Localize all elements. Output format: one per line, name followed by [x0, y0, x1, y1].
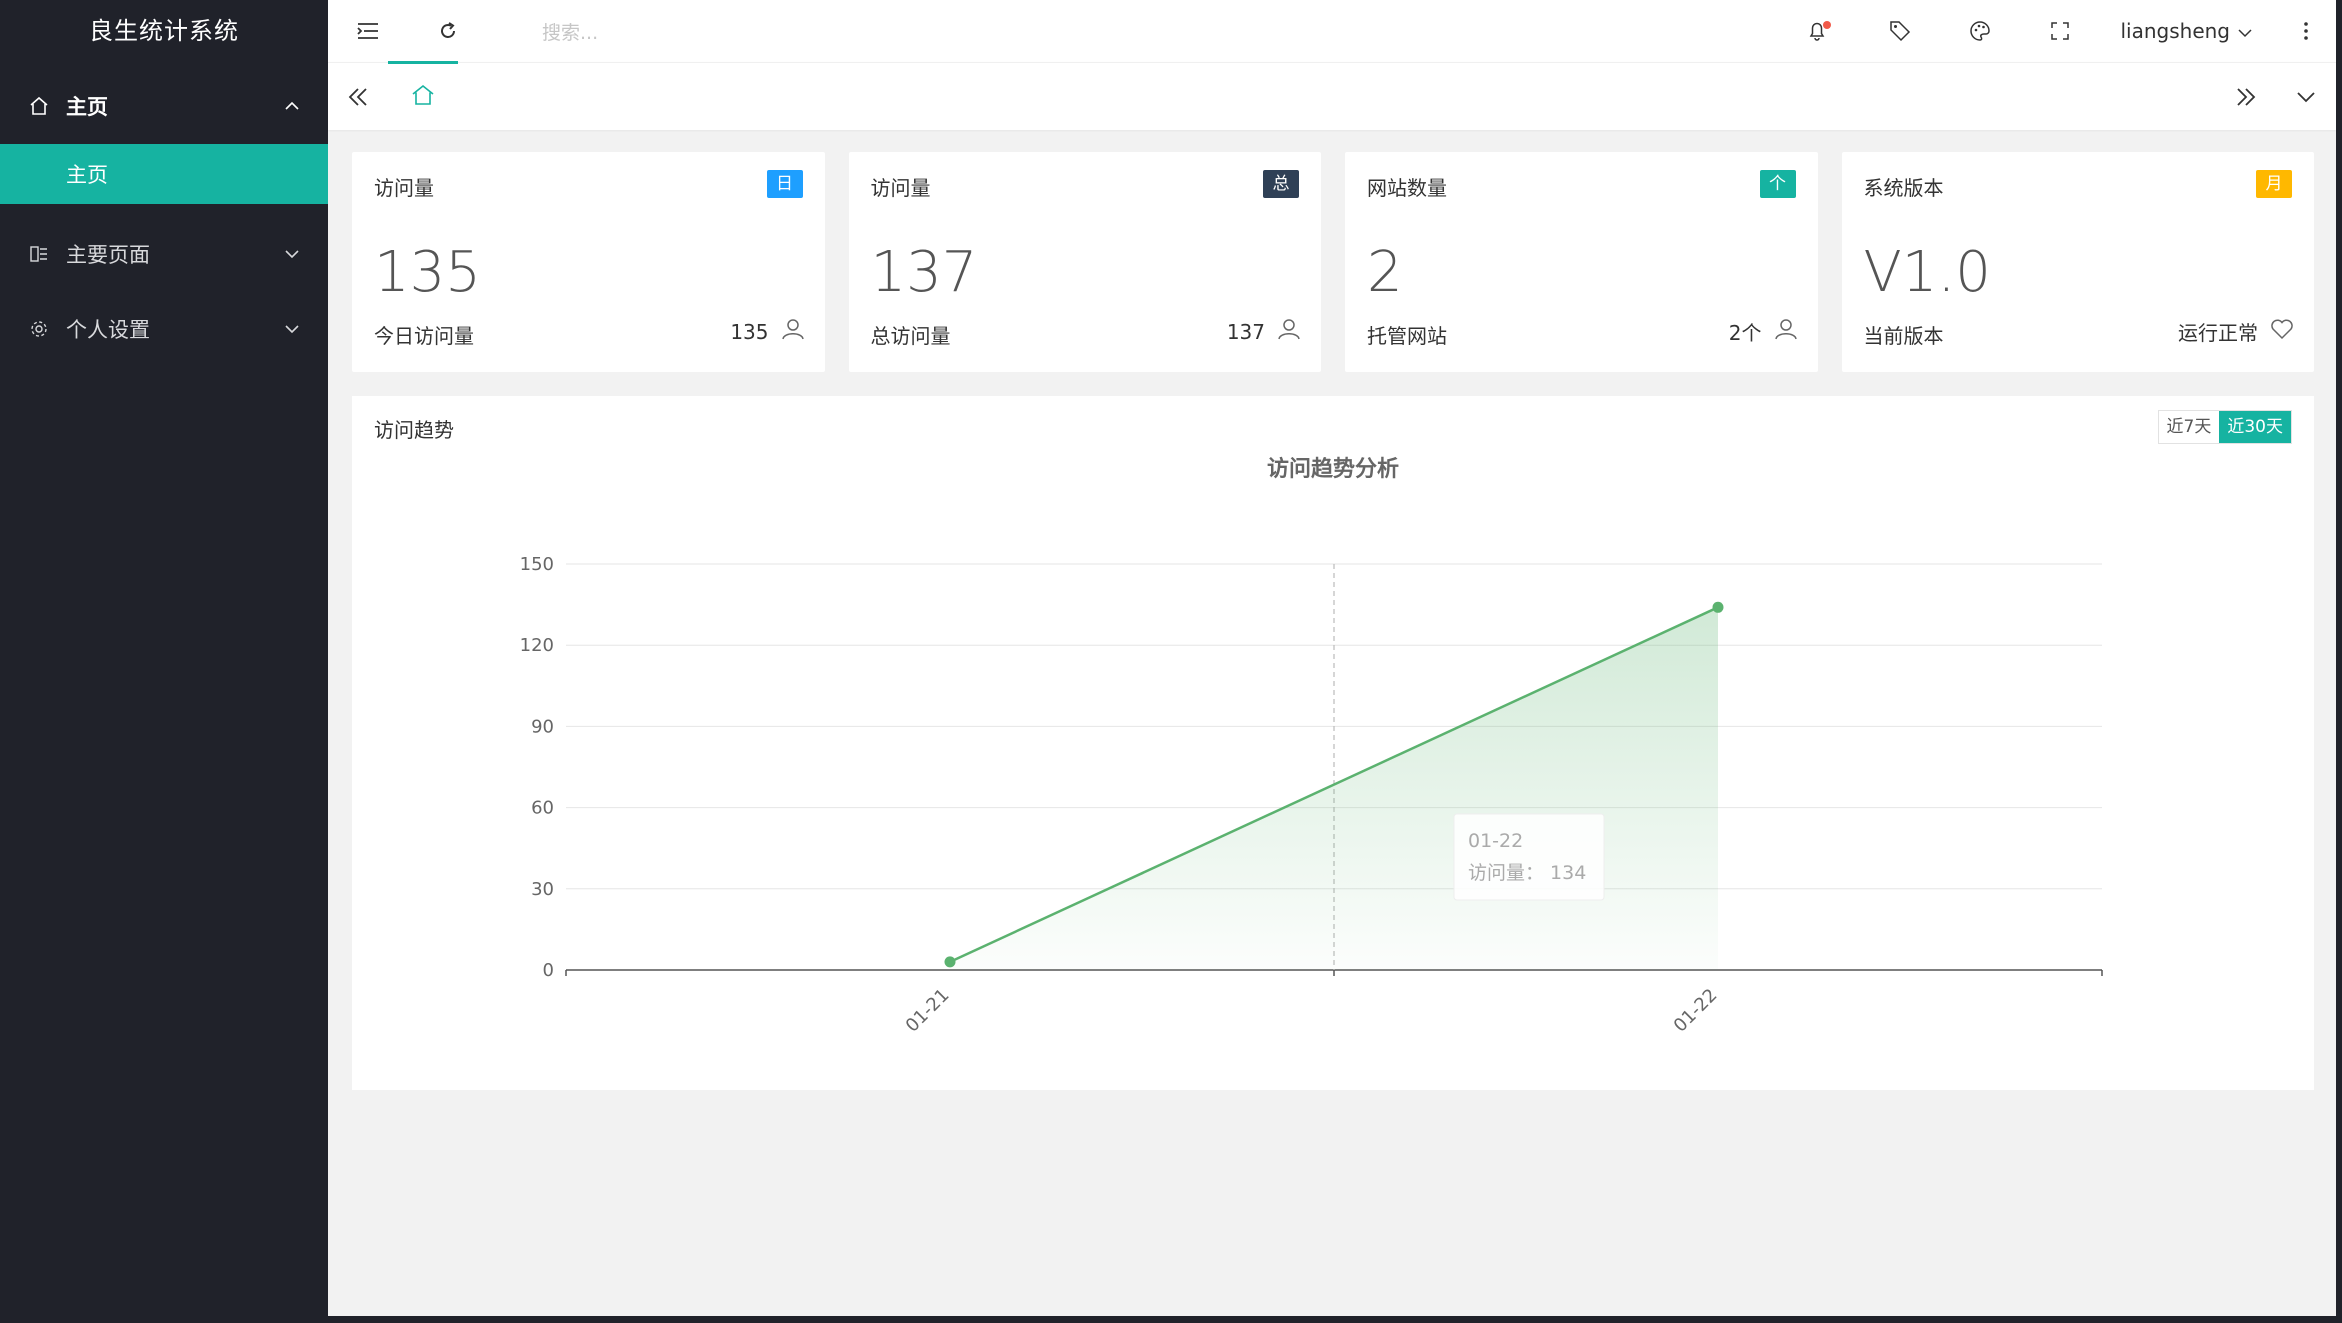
card-title: 访问量 — [374, 176, 434, 200]
tab-scroll-right-icon[interactable] — [2216, 63, 2276, 131]
gear-icon — [28, 318, 50, 340]
sidebar-item-label: 主要页面 — [66, 242, 150, 267]
card-title: 系统版本 — [1863, 176, 1944, 200]
app-title: 良生统计系统 — [89, 17, 239, 45]
card-value: V1.0 — [1863, 240, 1991, 305]
home-icon — [411, 84, 435, 110]
user-icon — [1265, 317, 1301, 346]
chevron-down-icon — [284, 246, 300, 262]
range-toggle: 近7天 近30天 — [2157, 410, 2292, 444]
tab-menu-chevron-icon[interactable] — [2276, 63, 2336, 131]
card-meta-text: 137 — [1226, 319, 1265, 344]
tab-active-indicator — [388, 61, 458, 64]
stat-card-total-visits: 访问量 总 137 总访问量 137 — [848, 152, 1321, 372]
user-icon — [769, 317, 805, 346]
sidebar-subitem-home[interactable]: 主页 — [0, 144, 328, 204]
chevron-up-icon — [284, 98, 300, 114]
tag-icon[interactable] — [1860, 0, 1940, 62]
data-point — [1712, 601, 1724, 613]
card-meta-text: 2个 — [1728, 321, 1762, 345]
chart-title: 访问趋势分析 — [1267, 456, 1399, 482]
tooltip-category: 01-22 — [1468, 830, 1523, 852]
tab-scroll-left-icon[interactable] — [328, 63, 388, 131]
visit-trend-panel: 访问趋势分析 0 30 60 90 120 150 01-21 01-22 01-22 访问量： 1… — [352, 396, 2314, 1090]
sidebar-item-label: 主页 — [66, 95, 108, 119]
y-tick-label: 120 — [520, 635, 554, 656]
visit-trend-chart: 访问趋势分析 0 30 60 90 120 150 01-21 01-22 01-22 访问量： 1… — [520, 456, 2103, 1037]
menu-toggle-icon[interactable] — [328, 0, 408, 62]
topbar-right: liangsheng — [1780, 0, 2336, 62]
y-tick-label: 150 — [520, 554, 554, 575]
grid-icon — [28, 243, 50, 265]
card-meta: 135 — [730, 317, 804, 346]
sidebar-item-main-pages[interactable]: 主要页面 — [0, 216, 328, 291]
home-icon — [28, 95, 50, 117]
sidebar: 良生统计系统 主页 主页 主要页面 个人设置 — [0, 0, 328, 1323]
y-tick-label: 0 — [543, 960, 554, 981]
card-meta: 2个 — [1729, 317, 1798, 346]
card-label: 总访问量 — [870, 324, 951, 348]
topbar: 搜索... liangsheng — [328, 0, 2336, 62]
stat-card-system-version: 系统版本 月 V1.0 当前版本 运行正常 — [1841, 152, 2314, 372]
card-value: 137 — [870, 240, 978, 305]
card-value: 135 — [374, 240, 481, 305]
stat-card-daily-visits: 访问量 日 135 今日访问量 135 — [352, 152, 825, 372]
sidebar-item-home[interactable]: 主页 — [0, 62, 328, 150]
panel-title: 访问趋势 — [374, 418, 454, 442]
card-badge: 日 — [766, 170, 803, 198]
range-30-days-button[interactable]: 近30天 — [2219, 411, 2291, 443]
chevron-down-icon — [284, 321, 300, 337]
card-title: 访问量 — [870, 176, 931, 200]
more-vertical-icon[interactable] — [2276, 0, 2336, 62]
card-meta-text: 135 — [730, 319, 769, 344]
card-label: 今日访问量 — [374, 324, 474, 348]
stat-card-site-count: 网站数量 个 2 托管网站 2个 — [1345, 152, 1818, 372]
x-tick-label: 01-21 — [902, 985, 954, 1037]
main-area: 搜索... liangsheng 访问量 日 135 今日访问量 135 访问量… — [328, 0, 2336, 1316]
refresh-icon[interactable] — [408, 0, 488, 62]
username: liangsheng — [2120, 19, 2230, 43]
card-meta-text: 运行正常 — [2178, 321, 2258, 345]
card-meta: 运行正常 — [2178, 317, 2294, 346]
data-point — [944, 956, 956, 968]
heart-icon — [2258, 318, 2294, 345]
chevron-down-icon — [2230, 19, 2252, 43]
range-7-days-button[interactable]: 近7天 — [2158, 411, 2220, 443]
tab-bar — [328, 61, 2336, 131]
tab-bar-right — [2216, 63, 2336, 131]
user-icon — [1762, 317, 1798, 346]
card-badge: 个 — [1759, 170, 1796, 198]
card-label: 当前版本 — [1863, 324, 1944, 348]
card-badge: 总 — [1263, 170, 1299, 198]
card-title: 网站数量 — [1367, 176, 1447, 200]
sidebar-item-personal-settings[interactable]: 个人设置 — [0, 291, 328, 366]
user-menu[interactable]: liangsheng — [2100, 19, 2276, 43]
sidebar-item-label: 个人设置 — [66, 317, 150, 342]
card-label: 托管网站 — [1367, 324, 1447, 348]
bell-icon[interactable] — [1780, 0, 1860, 62]
palette-icon[interactable] — [1940, 0, 2020, 62]
tab-home[interactable] — [388, 63, 458, 131]
x-tick-label: 01-22 — [1670, 985, 1722, 1037]
card-value: 2 — [1367, 240, 1403, 305]
fullscreen-icon[interactable] — [2020, 0, 2100, 62]
chart-container: 访问趋势分析 0 30 60 90 120 150 01-21 01-22 01-22 访问量： 1… — [352, 396, 2314, 1090]
search-input[interactable]: 搜索... — [542, 18, 842, 45]
stat-cards: 访问量 日 135 今日访问量 135 访问量 总 137 总访问量 137 网… — [352, 152, 2314, 372]
tooltip-value: 访问量： 134 — [1468, 862, 1586, 884]
card-badge: 月 — [2256, 170, 2292, 198]
y-tick-label: 60 — [531, 798, 554, 819]
tooltip-box — [1453, 813, 1605, 901]
y-tick-label: 30 — [531, 879, 554, 900]
y-tick-label: 90 — [531, 716, 554, 737]
card-meta: 137 — [1227, 317, 1301, 346]
